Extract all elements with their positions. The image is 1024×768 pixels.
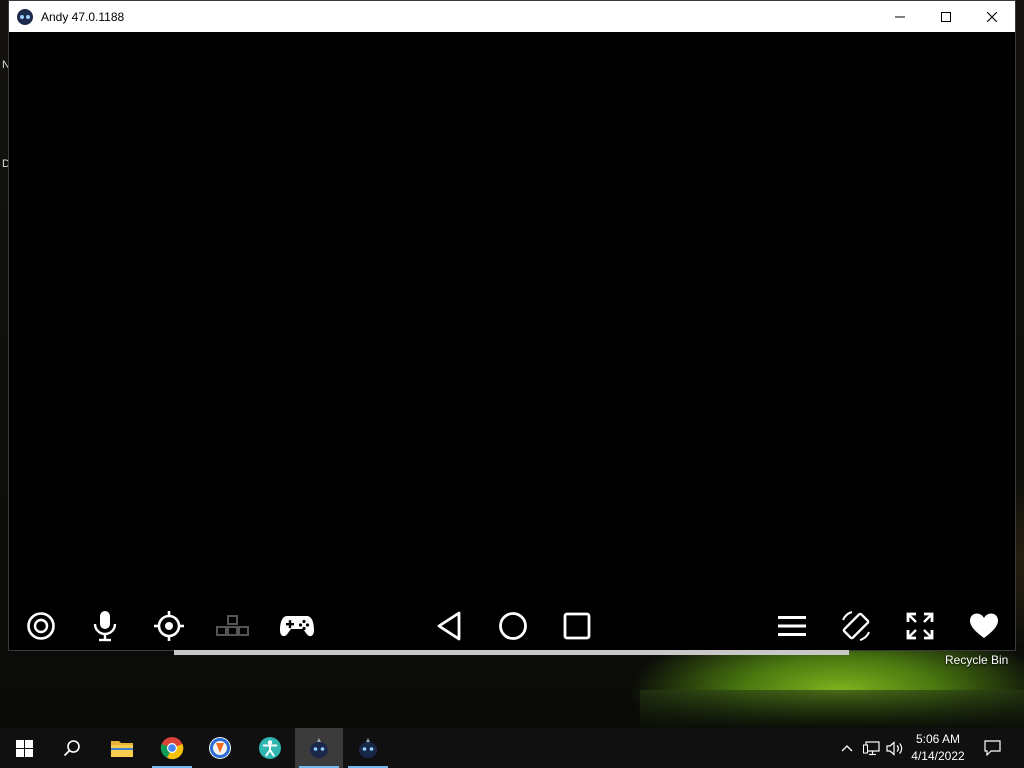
home-icon [499,612,527,640]
back-icon [437,611,461,641]
keyboard-keys-icon [216,615,249,636]
chevron-up-icon [841,745,853,752]
andy-icon [17,8,33,25]
camera-button[interactable] [21,608,61,644]
minimize-icon [895,16,905,17]
network-button[interactable] [860,728,882,768]
file-explorer-icon [111,741,133,757]
chrome-icon [160,737,184,760]
microphone-button[interactable] [85,608,125,644]
andy-icon [310,738,328,758]
emulator-screen[interactable] [9,32,1015,602]
volume-icon [886,740,903,756]
network-icon [862,740,880,755]
fullscreen-icon [906,612,934,640]
start-button[interactable] [0,728,48,768]
wallpaper-grass [640,690,1024,728]
show-hidden-icons-button[interactable] [838,728,856,768]
taskbar: 5:06 AM 4/14/2022 [0,728,1024,768]
action-center-button[interactable] [978,728,1006,768]
title-bar[interactable]: Andy 47.0.1188 [9,1,1015,32]
taskbar-andy-active[interactable] [295,728,343,768]
maximize-icon [941,11,951,22]
rotate-screen-button[interactable] [836,608,876,644]
back-button[interactable] [429,608,469,644]
search-button[interactable] [48,728,96,768]
location-target-icon [154,611,184,641]
fullscreen-button[interactable] [900,608,940,644]
taskbar-clock[interactable]: 5:06 AM 4/14/2022 [906,731,970,765]
camera-icon [27,612,55,640]
start-icon [15,739,33,757]
horizontal-scrollbar[interactable] [174,650,849,655]
taskbar-chrome[interactable] [148,728,196,768]
window-controls [877,1,1015,32]
window-title: Andy 47.0.1188 [41,9,125,24]
clock-date: 4/14/2022 [911,749,965,763]
recycle-bin-label[interactable]: Recycle Bin [945,653,1008,667]
brave-icon [209,737,231,759]
andy-icon [359,738,377,758]
minimize-button[interactable] [877,1,923,32]
keyboard-keys-button[interactable] [213,608,253,644]
recent-apps-button[interactable] [557,608,597,644]
close-icon [987,11,997,22]
search-icon [63,740,80,757]
clock-time: 5:06 AM [915,732,961,746]
favorite-heart-icon [970,613,998,638]
accessibility-app-icon [259,737,281,759]
rotate-screen-icon [842,611,870,641]
volume-button[interactable] [884,728,906,768]
taskbar-accessibility-app[interactable] [246,728,294,768]
favorite-button[interactable] [964,608,1004,644]
menu-icon [778,616,806,636]
recent-apps-icon [563,612,591,640]
microphone-icon [93,611,117,642]
close-button[interactable] [969,1,1015,32]
location-button[interactable] [149,608,189,644]
notification-icon [983,740,1001,756]
gamepad-icon [280,616,314,637]
gamepad-button[interactable] [277,608,317,644]
taskbar-file-explorer[interactable] [98,728,146,768]
home-button[interactable] [493,608,533,644]
taskbar-brave[interactable] [196,728,244,768]
menu-button[interactable] [772,608,812,644]
andy-window: Andy 47.0.1188 [8,0,1016,651]
maximize-button[interactable] [923,1,969,32]
emulator-control-bar [9,602,1015,650]
taskbar-andy[interactable] [344,728,392,768]
